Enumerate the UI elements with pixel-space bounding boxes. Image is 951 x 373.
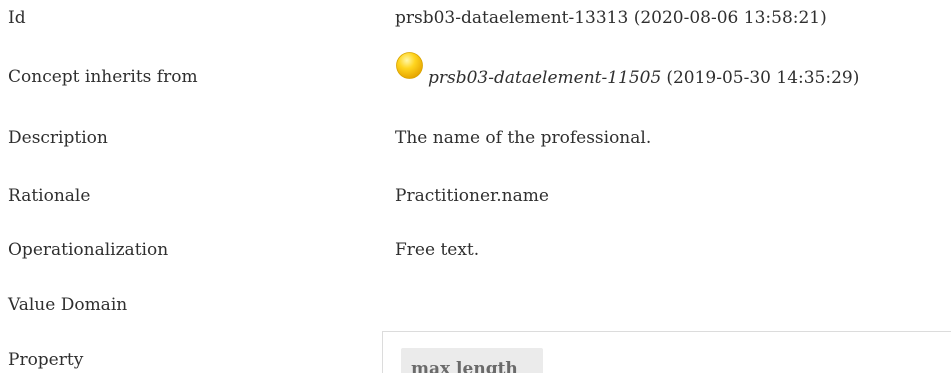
rationale-label: Rationale bbox=[8, 186, 91, 206]
inherited-concept-timestamp: (2019-05-30 14:35:29) bbox=[666, 68, 860, 88]
inherits-value: prsb03-dataelement-11505 (2019-05-30 14:… bbox=[395, 52, 860, 88]
property-chip: max length bbox=[401, 348, 543, 373]
row-rationale: Rationale Practitioner.name bbox=[0, 186, 951, 216]
status-circle-icon bbox=[395, 51, 424, 80]
description-label: Description bbox=[8, 128, 108, 148]
operationalization-value: Free text. bbox=[395, 240, 480, 260]
id-label: Id bbox=[8, 8, 26, 28]
row-inherits: Concept inherits from prsb03-dataelement… bbox=[0, 52, 951, 97]
inherited-concept-link[interactable]: prsb03-dataelement-11505 bbox=[428, 68, 661, 88]
inherits-label: Concept inherits from bbox=[8, 67, 198, 87]
property-chip-label: max length bbox=[411, 359, 518, 373]
value-domain-label: Value Domain bbox=[8, 295, 128, 315]
operationalization-label: Operationalization bbox=[8, 240, 169, 260]
row-value-domain: Value Domain bbox=[0, 295, 951, 325]
row-operationalization: Operationalization Free text. bbox=[0, 240, 951, 270]
description-value: The name of the professional. bbox=[395, 128, 652, 148]
rationale-value: Practitioner.name bbox=[395, 186, 549, 206]
row-description: Description The name of the professional… bbox=[0, 128, 951, 158]
id-value: prsb03-dataelement-13313 (2020-08-06 13:… bbox=[395, 8, 827, 28]
row-id: Id prsb03-dataelement-13313 (2020-08-06 … bbox=[0, 8, 951, 38]
property-label: Property bbox=[8, 350, 84, 370]
